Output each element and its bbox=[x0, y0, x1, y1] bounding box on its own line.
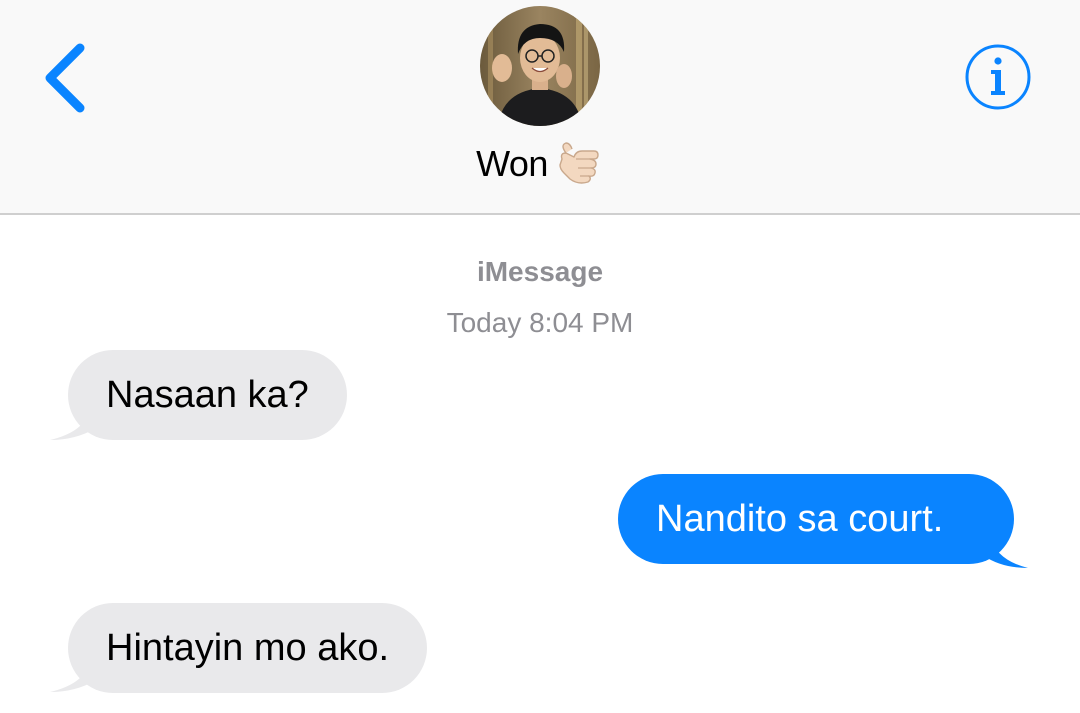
contact-name-button[interactable]: Won bbox=[0, 138, 1080, 190]
messages-screen: Won iMessage Today 8:04 PM Nasaan ka? Na… bbox=[0, 0, 1080, 713]
incoming-message-bubble[interactable]: Nasaan ka? bbox=[68, 350, 347, 440]
chevron-left-icon bbox=[45, 43, 85, 113]
info-button[interactable] bbox=[964, 43, 1032, 111]
message-text: Hintayin mo ako. bbox=[106, 627, 390, 669]
info-circle-icon bbox=[965, 44, 1031, 110]
avatar-photo bbox=[480, 6, 600, 126]
incoming-message-bubble[interactable]: Hintayin mo ako. bbox=[68, 603, 428, 693]
contact-name: Won bbox=[476, 143, 548, 184]
message-timestamp: Today 8:04 PM bbox=[446, 307, 634, 338]
call-me-hand-emoji bbox=[554, 139, 604, 189]
conversation-header: Won bbox=[0, 0, 1080, 215]
service-label: iMessage bbox=[476, 256, 604, 287]
message-text: Nasaan ka? bbox=[106, 374, 309, 416]
contact-avatar[interactable] bbox=[480, 6, 600, 126]
outgoing-message-bubble[interactable]: Nandito sa court. bbox=[618, 474, 1014, 564]
message-text: Nandito sa court. bbox=[656, 498, 944, 540]
back-button[interactable] bbox=[36, 40, 96, 116]
